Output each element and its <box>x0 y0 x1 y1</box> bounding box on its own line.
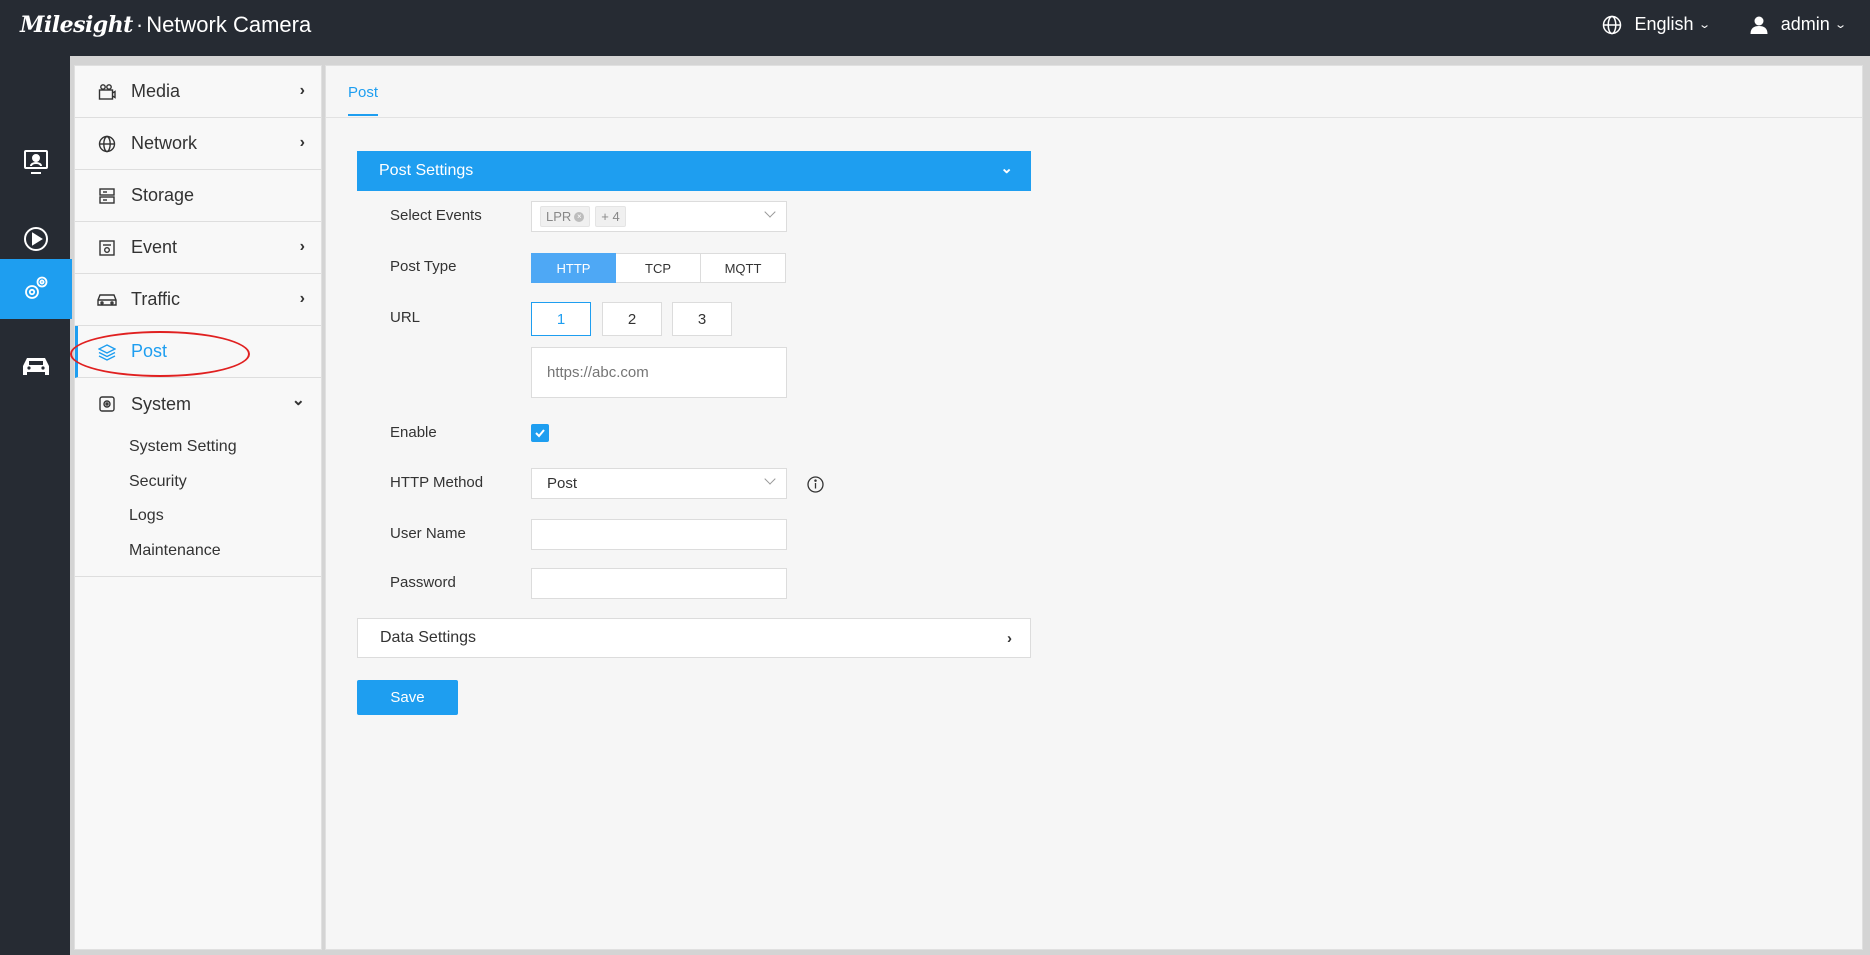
menu-item-label: Traffic <box>131 289 181 309</box>
top-header: Milesight · Network Camera English ⌄ admin… <box>0 0 1870 56</box>
section-title: Data Settings <box>380 629 477 646</box>
chevron-down-icon <box>764 473 776 485</box>
select-events-dropdown[interactable]: LPR × + 4 <box>531 201 787 232</box>
product-name: Network Camera <box>146 12 312 37</box>
chevron-right-icon: › <box>299 238 305 255</box>
url-label: URL <box>390 309 421 326</box>
system-icon <box>97 394 117 414</box>
chevron-right-icon: › <box>299 134 305 151</box>
nav-settings[interactable] <box>0 259 72 319</box>
chevron-right-icon: › <box>299 82 305 99</box>
live-view-icon <box>24 150 48 174</box>
post-type-http[interactable]: HTTP <box>531 253 616 283</box>
chevron-right-icon: › <box>1007 630 1012 647</box>
main-nav-rail <box>0 56 72 955</box>
menu-item-storage[interactable]: Storage <box>75 170 321 222</box>
submenu-item-logs[interactable]: Logs <box>75 499 321 534</box>
menu-item-label: Event <box>131 237 178 257</box>
event-tag-label: LPR <box>546 209 572 224</box>
user-menu[interactable]: admin ⌄ <box>1749 14 1847 35</box>
chevron-down-icon: ⌄ <box>291 392 305 409</box>
url-button-3[interactable]: 3 <box>672 302 732 336</box>
menu-item-event[interactable]: Event › <box>75 222 321 274</box>
user-name: admin <box>1780 14 1830 34</box>
chevron-down-icon: ⌄ <box>1833 19 1847 31</box>
settings-menu: Media › Network › Storage Event › Traffi… <box>74 65 322 950</box>
close-icon[interactable]: × <box>574 211 585 222</box>
tab-bar: Post <box>326 66 1862 118</box>
http-method-select[interactable]: Post <box>531 468 787 499</box>
post-type-mqtt[interactable]: MQTT <box>701 253 786 283</box>
user-icon <box>1750 16 1768 34</box>
user-name-input[interactable] <box>531 519 787 550</box>
menu-item-label: Post <box>131 341 168 361</box>
post-settings-header[interactable]: Post Settings ⌄ <box>357 151 1031 191</box>
globe-icon <box>97 134 117 154</box>
menu-item-system[interactable]: System ⌄ <box>75 378 321 430</box>
menu-item-network[interactable]: Network › <box>75 118 321 170</box>
layers-icon <box>97 342 117 362</box>
event-tag: LPR × <box>540 206 591 227</box>
post-type-tcp[interactable]: TCP <box>616 253 701 283</box>
post-type-label: Post Type <box>390 258 457 275</box>
url-input[interactable] <box>531 347 787 398</box>
url-button-2[interactable]: 2 <box>602 302 662 336</box>
chevron-right-icon: › <box>299 290 305 307</box>
http-method-value: Post <box>547 475 578 492</box>
password-label: Password <box>390 574 456 591</box>
menu-item-traffic[interactable]: Traffic › <box>75 274 321 326</box>
settings-icon <box>25 276 48 299</box>
check-icon <box>535 429 545 438</box>
language-selector[interactable]: English ⌄ <box>1602 14 1711 35</box>
car-icon <box>97 290 117 310</box>
event-more-tag: + 4 <box>595 206 626 227</box>
info-icon[interactable] <box>807 476 824 493</box>
media-icon <box>97 82 117 102</box>
http-method-label: HTTP Method <box>390 474 484 491</box>
section-title: Post Settings <box>379 162 474 179</box>
submenu-item-maintenance[interactable]: Maintenance <box>75 534 321 569</box>
menu-item-media[interactable]: Media › <box>75 66 321 118</box>
system-submenu: System Setting Security Logs Maintenance <box>75 430 321 577</box>
chevron-down-icon <box>764 206 776 218</box>
url-button-1[interactable]: 1 <box>531 302 591 336</box>
event-icon <box>97 238 117 258</box>
menu-item-post[interactable]: Post <box>75 326 321 378</box>
menu-item-label: Storage <box>131 185 195 205</box>
select-events-label: Select Events <box>390 207 482 224</box>
user-name-label: User Name <box>390 525 466 542</box>
main-content: Post Post Settings ⌄ Select Events LPR × … <box>325 65 1863 950</box>
submenu-item-system-setting[interactable]: System Setting <box>75 430 321 465</box>
vehicle-icon <box>23 358 49 375</box>
menu-item-label: Network <box>131 133 198 153</box>
language-label: English <box>1634 14 1694 34</box>
storage-icon <box>97 186 117 206</box>
save-button[interactable]: Save <box>357 680 458 715</box>
globe-icon <box>1603 15 1622 34</box>
post-type-selector: HTTP TCP MQTT <box>531 253 786 283</box>
menu-item-label: Media <box>131 81 181 101</box>
app-logo: Milesight · Network Camera <box>20 12 312 38</box>
nav-vehicle[interactable] <box>0 336 72 396</box>
chevron-down-icon: ⌄ <box>1697 19 1711 31</box>
enable-checkbox[interactable] <box>531 424 549 442</box>
data-settings-header[interactable]: Data Settings › <box>357 618 1031 658</box>
chevron-down-icon: ⌄ <box>1000 160 1013 177</box>
tab-post[interactable]: Post <box>348 84 379 116</box>
nav-live-view[interactable] <box>0 132 72 192</box>
menu-item-label: System <box>131 393 192 414</box>
enable-label: Enable <box>390 424 437 441</box>
password-input[interactable] <box>531 568 787 599</box>
playback-icon <box>24 227 48 251</box>
submenu-item-security[interactable]: Security <box>75 465 321 500</box>
brand-name: Milesight <box>20 12 133 38</box>
